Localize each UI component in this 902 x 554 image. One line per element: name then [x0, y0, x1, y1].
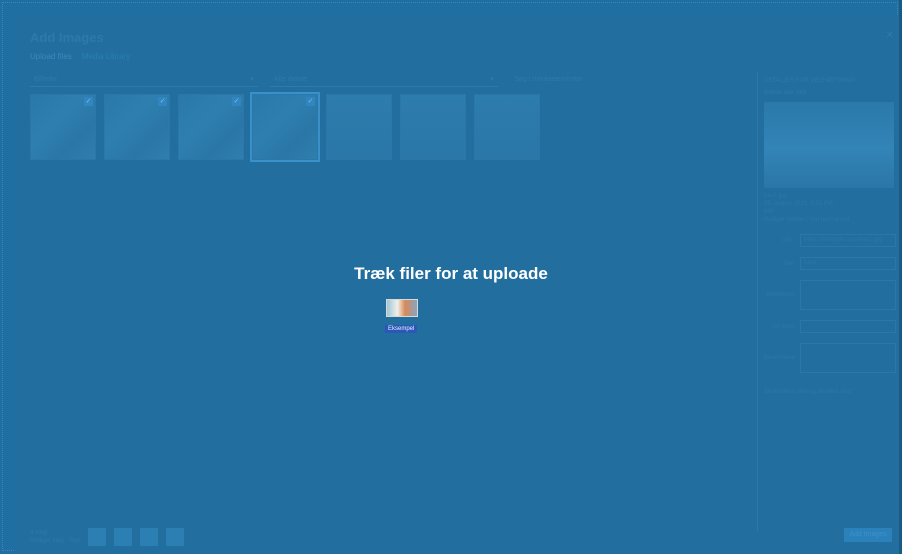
- media-thumbnail[interactable]: ✓: [30, 94, 96, 160]
- required-note: Beskrivelse, titel og alt-tekst skal *: [764, 389, 855, 395]
- media-search-input[interactable]: Søg i medieelementer: [510, 72, 678, 86]
- alt-label: Alt-tekst: [772, 323, 794, 330]
- chevron-down-icon: ▾: [250, 76, 254, 83]
- selection-actions[interactable]: Rediger valg · Ryd: [30, 537, 80, 545]
- attachment-details-panel: DETALJER FOR VEDHÆFTNING Billede stør St…: [757, 72, 896, 532]
- size-row[interactable]: Billede stør Stor: [764, 90, 896, 96]
- modal-tabs: Upload files Media Library: [30, 52, 130, 61]
- alt-field: Alt-tekst: [764, 320, 896, 333]
- upload-date: 25. august 2010, 3:51 PM: [764, 201, 833, 207]
- selection-info: 4 valgt Rediger valg · Ryd: [30, 529, 80, 545]
- date-filter-value: Alle datoer: [274, 75, 308, 83]
- dimensions: 840: [764, 209, 775, 215]
- add-images-modal: Add Images ✕ Upload files Media Library …: [14, 16, 902, 554]
- media-thumbnail[interactable]: [474, 94, 540, 160]
- chevron-down-icon: ▾: [490, 76, 494, 83]
- media-thumbnail[interactable]: ✓: [250, 92, 320, 162]
- details-title: DETALJER FOR VEDHÆFTNING: [764, 78, 856, 84]
- check-icon: ✓: [232, 97, 241, 106]
- date-filter-select[interactable]: Alle datoer ▾: [270, 72, 498, 87]
- drop-zone-message: Træk filer for at uploade: [354, 264, 548, 283]
- media-thumbnail[interactable]: ✓: [104, 94, 170, 160]
- caption-label: Billedtekst: [766, 292, 794, 298]
- selected-count: 4 valgt: [30, 530, 48, 536]
- size-value: Stor: [795, 90, 807, 96]
- url-field: URL https://example.com/hav1.jpg: [764, 234, 896, 247]
- media-thumbnail[interactable]: ✓: [178, 94, 244, 160]
- check-icon: ✓: [306, 97, 315, 106]
- drag-preview-image: [386, 299, 418, 317]
- tab-media-library[interactable]: Media Library: [82, 52, 130, 61]
- url-input[interactable]: https://example.com/hav1.jpg: [800, 234, 896, 247]
- edit-link[interactable]: Rediger billede | Slet permanent: [764, 216, 896, 224]
- close-icon[interactable]: ✕: [886, 30, 894, 41]
- check-icon: ✓: [158, 97, 167, 106]
- alt-input[interactable]: [800, 320, 896, 333]
- media-type-value: Billeder: [34, 75, 58, 83]
- media-grid: ✓ ✓ ✓ ✓: [30, 92, 540, 162]
- filename: hav1.jpg: [764, 193, 787, 199]
- check-icon: ✓: [84, 97, 93, 106]
- description-textarea[interactable]: [800, 343, 896, 373]
- selected-thumbnail[interactable]: [139, 528, 158, 546]
- caption-field: Billedtekst: [764, 280, 896, 310]
- selection-footer: 4 valgt Rediger valg · Ryd: [30, 528, 184, 546]
- file-info: hav1.jpg 25. august 2010, 3:51 PM 840 Re…: [764, 192, 896, 224]
- media-thumbnail[interactable]: [400, 94, 466, 160]
- url-label: URL: [781, 237, 794, 244]
- description-label: Beskrivelse: [764, 355, 795, 361]
- size-label: Billede stør: [764, 90, 795, 96]
- selected-thumbnail[interactable]: [165, 528, 184, 546]
- selected-thumbnail[interactable]: [87, 528, 106, 546]
- add-images-button[interactable]: Add Images: [844, 528, 892, 542]
- tab-upload-files[interactable]: Upload files: [30, 52, 72, 61]
- caption-textarea[interactable]: [800, 280, 896, 310]
- drag-preview-label: Eksempel: [385, 325, 418, 333]
- filter-bar: Billeder ▾ Alle datoer ▾ Søg i medieelem…: [30, 72, 730, 87]
- description-field: Beskrivelse: [764, 343, 896, 373]
- selected-thumbnail[interactable]: [113, 528, 132, 546]
- modal-title: Add Images: [30, 30, 104, 45]
- media-thumbnail[interactable]: [326, 94, 392, 160]
- media-type-select[interactable]: Billeder ▾: [30, 72, 258, 87]
- attachment-preview: [764, 102, 894, 188]
